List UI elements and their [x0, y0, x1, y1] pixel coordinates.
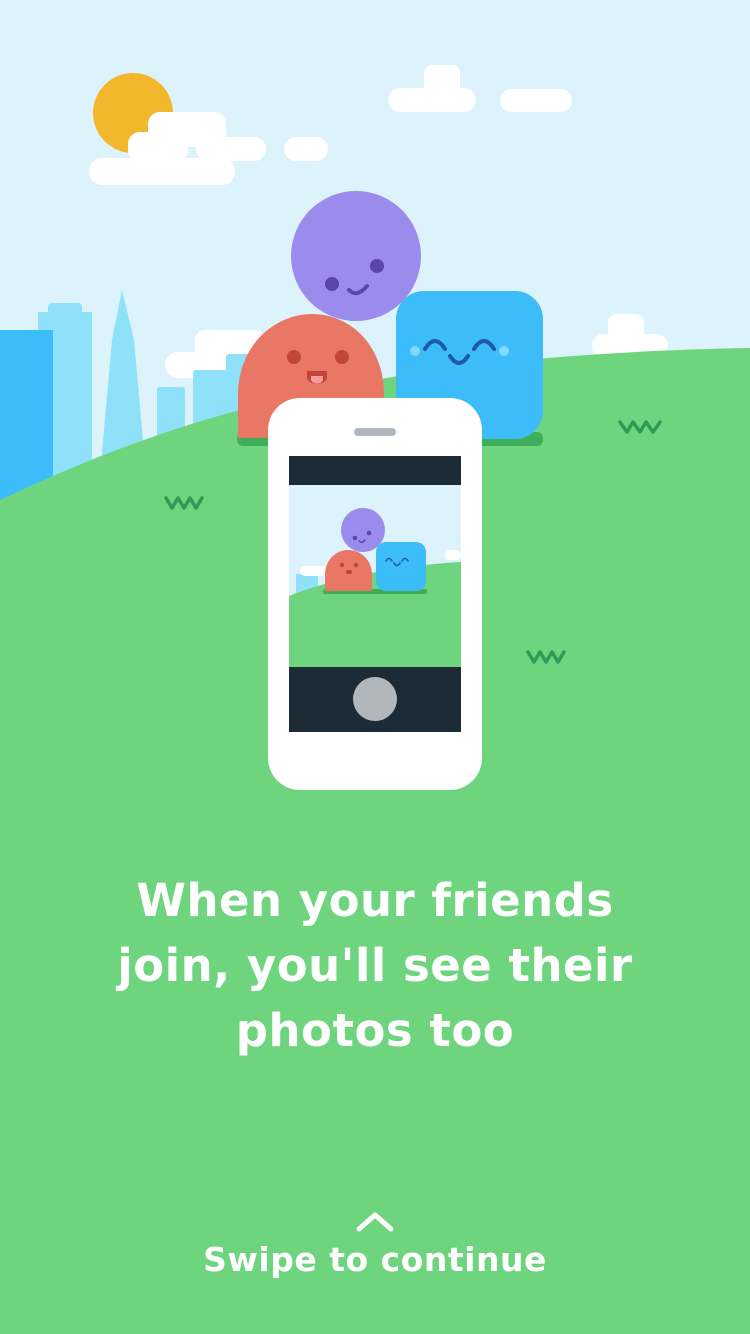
- phone-speaker: [354, 428, 396, 436]
- swipe-label: Swipe to continue: [203, 1240, 547, 1279]
- phone-top-bar: [289, 456, 461, 485]
- onboarding-illustration: [0, 0, 750, 1334]
- onboarding-headline: When your friends join, you'll see their…: [117, 874, 633, 1057]
- swipe-to-continue[interactable]: Swipe to continue: [0, 1208, 750, 1279]
- purple-circle-character: [291, 191, 421, 321]
- shutter-button: [353, 677, 397, 721]
- phone-illustration: [268, 398, 482, 790]
- chevron-up-icon: [356, 1212, 394, 1232]
